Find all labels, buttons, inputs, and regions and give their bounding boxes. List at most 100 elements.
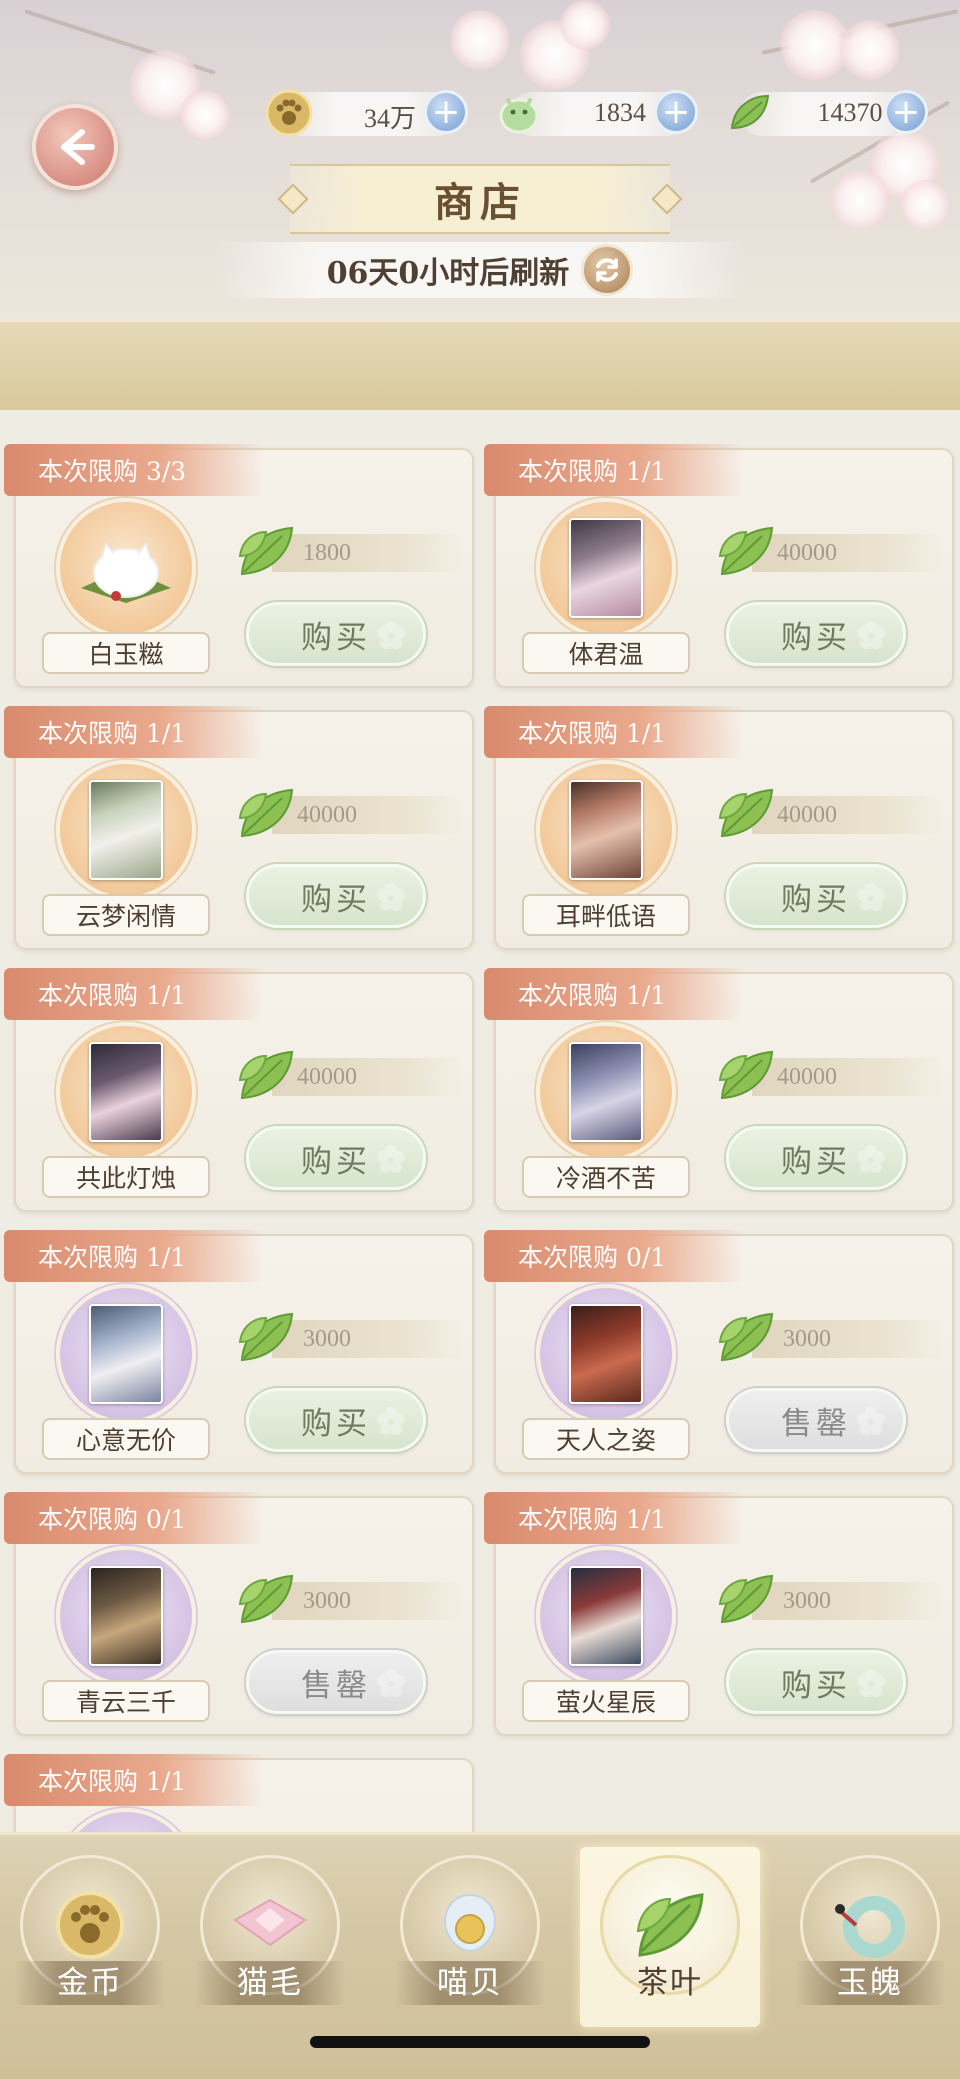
buy-button-label: 购买 (781, 1667, 851, 1704)
tab-label: 喵贝 (395, 1961, 545, 2005)
shop-item-card: 本次限购 1/1 云梦闲情 40000 购买 (4, 706, 474, 950)
refresh-button[interactable] (581, 244, 634, 296)
buy-button[interactable]: 购买 (726, 1650, 906, 1714)
shop-item-card: 本次限购 1/1 共此灯烛 40000 购买 (4, 968, 474, 1212)
item-name: 冷酒不苦 (522, 1156, 690, 1198)
sold-out-label: 售罄 (301, 1667, 371, 1704)
item-portrait[interactable] (536, 498, 676, 638)
item-portrait[interactable] (56, 1284, 196, 1424)
item-portrait[interactable] (536, 760, 676, 900)
add-tea-button[interactable]: + (884, 90, 928, 134)
purchase-limit-tag: 本次限购 0/1 (4, 1492, 264, 1544)
buy-button[interactable]: 购买 (246, 1126, 426, 1190)
tab-meow-shell[interactable]: 喵贝 (380, 1847, 560, 2027)
tea-leaf-icon (718, 788, 774, 838)
shop-item-card: 本次限购 3/3 白玉糍 1800 购买 (4, 444, 474, 688)
item-name: 体君温 (522, 632, 690, 674)
title-plate: 商店 (277, 164, 683, 234)
buy-button[interactable]: 购买 (726, 864, 906, 928)
price-bar: 3000 (752, 1320, 942, 1358)
item-portrait[interactable] (56, 1546, 196, 1686)
tea-leaf-icon (238, 1050, 294, 1100)
item-portrait[interactable] (56, 760, 196, 900)
tab-label: 茶叶 (637, 1965, 703, 2001)
item-portrait[interactable] (56, 498, 196, 638)
tea-leaf-icon (238, 1312, 294, 1362)
flower-icon (857, 1145, 885, 1173)
purchase-limit-tag: 本次限购 1/1 (484, 444, 744, 496)
refresh-text: 06天0小时后刷新 (326, 256, 570, 291)
flower-icon (857, 1669, 885, 1697)
price-bar: 3000 (272, 1320, 462, 1358)
item-portrait[interactable] (536, 1284, 676, 1424)
tab-label: 猫毛 (195, 1961, 345, 2005)
buy-button[interactable]: 购买 (726, 1126, 906, 1190)
purchase-limit-tag: 本次限购 3/3 (4, 444, 264, 496)
buy-button[interactable]: 购买 (246, 602, 426, 666)
flower-icon (377, 1669, 405, 1697)
flower-icon (377, 1145, 405, 1173)
add-pet-button[interactable]: + (654, 90, 698, 134)
back-arrow-icon (61, 129, 95, 165)
item-portrait[interactable] (536, 1546, 676, 1686)
page-title: 商店 (434, 179, 526, 226)
tab-cat-fur[interactable]: 猫毛 (180, 1847, 360, 2027)
buy-button-label: 购买 (781, 1143, 851, 1180)
resource-tea: 14370 + (730, 90, 928, 136)
item-portrait[interactable] (536, 1022, 676, 1162)
refresh-timer: 06天0小时后刷新 (215, 242, 745, 298)
item-grid: 本次限购 3/3 白玉糍 1800 购买 本次限购 1/1 体君温 40000 … (0, 412, 960, 1832)
item-photo (569, 780, 643, 880)
tab-tea-leaf[interactable]: 茶叶 (580, 1847, 760, 2027)
item-name: 白玉糍 (42, 632, 210, 674)
buy-button[interactable]: 购买 (246, 1388, 426, 1452)
shop-item-card: 本次限购 0/1 天人之姿 3000 售罄 (484, 1230, 954, 1474)
sold-out-button: 售罄 (246, 1650, 426, 1714)
purchase-limit-tag: 本次限购 1/1 (4, 1230, 264, 1282)
shop-item-card: 本次限购 1/1 冷酒不苦 40000 购买 (484, 968, 954, 1212)
tab-gold-coin[interactable]: 金币 (0, 1847, 180, 2027)
buy-button[interactable]: 购买 (726, 602, 906, 666)
tea-leaf-icon (718, 526, 774, 576)
back-button[interactable] (32, 104, 118, 190)
buy-button[interactable]: 购买 (246, 864, 426, 928)
flower-icon (377, 621, 405, 649)
resource-coins: 34万 + (265, 89, 468, 137)
item-name: 云梦闲情 (42, 894, 210, 936)
item-photo (89, 780, 163, 880)
tab-jade-ring[interactable]: 玉魄 (780, 1847, 960, 2027)
flower-icon (377, 883, 405, 911)
purchase-limit-tag: 本次限购 1/1 (484, 968, 744, 1020)
flower-icon (857, 883, 885, 911)
price-bar: 3000 (752, 1582, 942, 1620)
price-bar: 1800 (272, 534, 462, 572)
buy-button-label: 购买 (781, 619, 851, 656)
add-coins-button[interactable]: + (424, 90, 468, 134)
item-name: 青云三千 (42, 1680, 210, 1722)
shop-item-card: 本次限购 1/1 耳畔低语 40000 购买 (484, 706, 954, 950)
item-photo (569, 1042, 643, 1142)
item-photo (569, 518, 643, 618)
tea-leaf-icon (238, 788, 294, 838)
item-name: 萤火星辰 (522, 1680, 690, 1722)
price-bar: 40000 (752, 1058, 942, 1096)
purchase-limit-tag: 本次限购 0/1 (484, 1230, 744, 1282)
price-bar: 40000 (752, 534, 942, 572)
shop-item-card: 本次限购 0/1 青云三千 3000 售罄 (4, 1492, 474, 1736)
resource-pet: 1834 + (499, 90, 698, 136)
buy-button-label: 购买 (301, 1405, 371, 1442)
item-portrait[interactable] (56, 1022, 196, 1162)
tab-label: 金币 (15, 1961, 165, 2005)
shop-item-card: 本次限购 1/1 体君温 40000 购买 (484, 444, 954, 688)
shop-item-card: 本次限购 1/1 萤火星辰 3000 购买 (484, 1492, 954, 1736)
buy-button-label: 购买 (301, 1143, 371, 1180)
paw-coin-icon (260, 84, 318, 142)
item-portrait[interactable] (56, 1808, 196, 1832)
item-name: 天人之姿 (522, 1418, 690, 1460)
item-photo (89, 1042, 163, 1142)
shop-item-card: 本次限购 1/1 (4, 1754, 474, 1832)
flower-icon (857, 621, 885, 649)
sold-out-button: 售罄 (726, 1388, 906, 1452)
item-photo (89, 1566, 163, 1666)
refresh-icon (596, 258, 619, 282)
